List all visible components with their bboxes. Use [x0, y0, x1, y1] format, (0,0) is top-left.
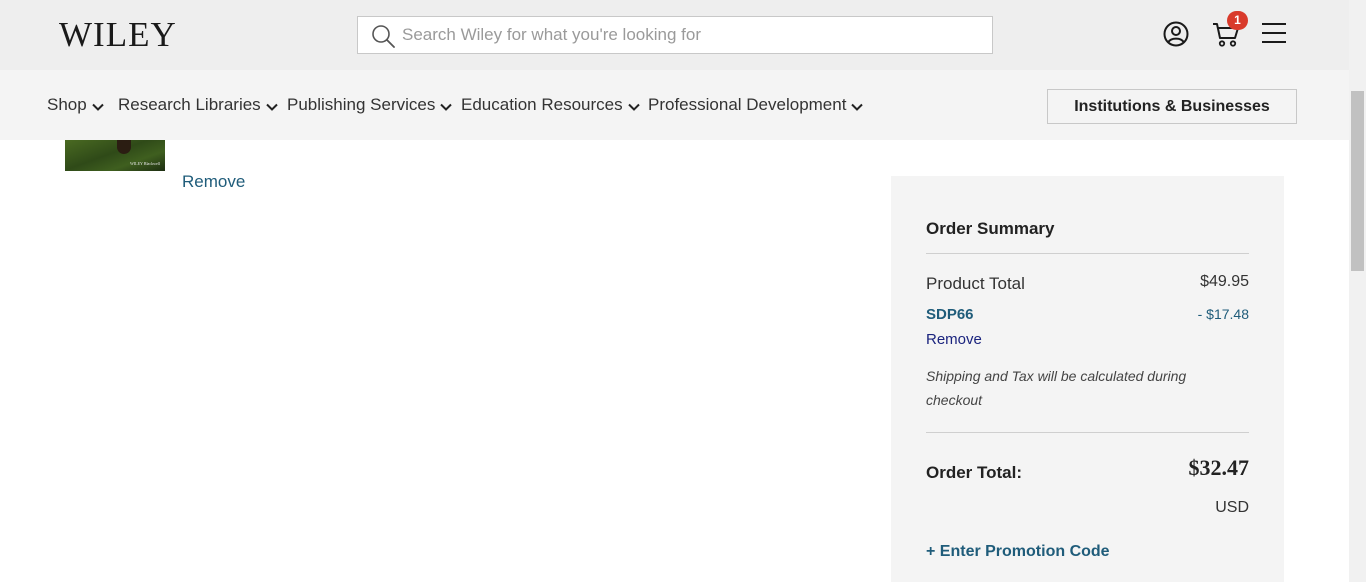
cover-brand: WILEY Blackwell	[130, 161, 160, 166]
account-icon[interactable]	[1163, 21, 1189, 47]
chevron-down-icon	[851, 103, 864, 111]
top-header: WILEY 1	[0, 0, 1349, 70]
product-thumbnail[interactable]: WILEY Blackwell	[65, 140, 165, 171]
wiley-logo[interactable]: WILEY	[59, 15, 177, 55]
divider	[926, 432, 1249, 433]
applied-promo-code: SDP66	[926, 306, 974, 323]
nav-item-research-libraries[interactable]: Research Libraries	[118, 95, 278, 115]
enter-promo-code-link[interactable]: + Enter Promotion Code	[926, 543, 1110, 561]
cart-count-badge: 1	[1227, 11, 1248, 30]
chevron-down-icon	[440, 103, 453, 111]
divider	[926, 253, 1249, 254]
nav-item-label: Education Resources	[461, 95, 623, 114]
nav-item-label: Professional Development	[648, 95, 847, 114]
nav-item-shop[interactable]: Shop	[47, 95, 104, 115]
search-icon[interactable]	[371, 24, 395, 48]
remove-promo-link[interactable]: Remove	[926, 331, 982, 348]
main-nav: Shop Research Libraries Publishing Servi…	[0, 70, 1349, 140]
promo-discount-value: - $17.48	[1197, 306, 1249, 322]
chevron-down-icon	[627, 103, 640, 111]
remove-item-link[interactable]: Remove	[182, 172, 245, 192]
chevron-down-icon	[91, 103, 104, 111]
order-total-label: Order Total:	[926, 463, 1023, 482]
order-total-value: $32.47	[1188, 455, 1250, 480]
order-summary-panel: Order Summary Product Total $49.95 SDP66…	[891, 176, 1284, 582]
nav-item-label: Shop	[47, 95, 87, 114]
product-total-value: $49.95	[1200, 273, 1249, 290]
nav-item-education-resources[interactable]: Education Resources	[461, 95, 640, 115]
nav-item-publishing-services[interactable]: Publishing Services	[287, 95, 453, 115]
shipping-tax-note: Shipping and Tax will be calculated duri…	[926, 368, 1187, 408]
product-total-label: Product Total	[926, 274, 1025, 293]
currency-label: USD	[1215, 499, 1249, 516]
nav-item-professional-development[interactable]: Professional Development	[648, 95, 864, 115]
cover-figure	[117, 140, 131, 154]
scrollbar-thumb[interactable]	[1351, 91, 1364, 271]
page-scrollbar[interactable]	[1349, 0, 1366, 582]
order-summary-title: Order Summary	[926, 219, 1055, 238]
nav-item-label: Publishing Services	[287, 95, 436, 114]
chevron-down-icon	[265, 103, 278, 111]
menu-icon[interactable]	[1261, 22, 1287, 44]
institutions-businesses-button[interactable]: Institutions & Businesses	[1047, 89, 1297, 124]
nav-item-label: Research Libraries	[118, 95, 261, 114]
search-input[interactable]	[402, 17, 982, 53]
search-box[interactable]	[357, 16, 993, 54]
